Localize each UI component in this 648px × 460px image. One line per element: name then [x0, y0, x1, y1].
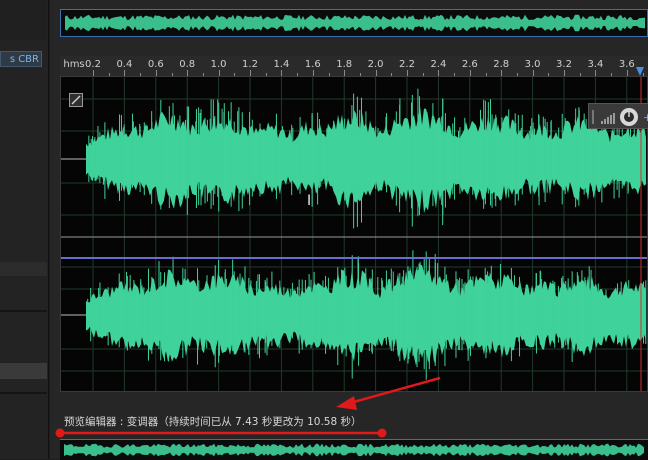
volume-hud[interactable]: +: [588, 103, 648, 129]
panel-divider: [0, 392, 47, 394]
volume-knob-icon[interactable]: [620, 108, 638, 126]
selection-toggle-icon[interactable]: [69, 93, 83, 107]
overview-waveform-top[interactable]: [60, 9, 648, 37]
ruler-tick-label: 1.0: [210, 59, 227, 70]
left-panel: s CBR: [0, 0, 49, 459]
overview-waveform-svg: [64, 443, 644, 457]
overview-waveform: [65, 14, 645, 32]
ruler-tick-label: 2.2: [399, 59, 415, 70]
panel-divider: [0, 310, 47, 312]
overview-waveform: [64, 443, 644, 457]
ruler-tick-label: 0.4: [116, 59, 133, 70]
ruler-tick-label: 3.4: [587, 59, 604, 70]
ruler-tick-label: 3.6: [618, 59, 635, 70]
format-chip[interactable]: s CBR: [0, 51, 42, 67]
text-cursor-icon: I: [307, 193, 311, 209]
ruler-tick-label: 2.0: [367, 59, 384, 70]
ruler-tick-label: 3.0: [524, 59, 541, 70]
ruler-tick-label: 1.4: [273, 59, 290, 70]
ruler-tick-label: 2.8: [493, 59, 510, 70]
ruler-tick-label: 2.6: [461, 59, 478, 70]
panel-header: [0, 0, 47, 40]
svg-text:+: +: [643, 111, 648, 124]
ruler-tick-label: 1.2: [242, 59, 258, 70]
playhead-marker-icon[interactable]: [636, 67, 644, 76]
ruler-tick-label: 1.8: [336, 59, 353, 70]
waveform-display[interactable]: I: [60, 76, 648, 392]
waveform-svg: I: [61, 77, 647, 391]
panel-list-row-selected[interactable]: [0, 363, 47, 379]
overview-waveform-bottom[interactable]: [60, 439, 648, 460]
status-message: 预览编辑器 : 变调器（持续时间已从 7.43 秒更改为 10.58 秒）: [64, 416, 362, 428]
ruler-tick-label: 1.6: [304, 59, 321, 70]
time-ruler[interactable]: hms 0.2 0.4 0.6 0.8 1.0 1.2 1.4 1.6 1.8 2.0 2.2 2.4…: [60, 56, 648, 76]
ruler-tick-label: 2.4: [430, 59, 447, 70]
ruler-unit-label: hms: [63, 59, 85, 70]
overview-waveform-svg: [65, 14, 645, 32]
ruler-tick-label: 0.8: [179, 59, 196, 70]
ruler-tick-label: 3.2: [556, 59, 572, 70]
panel-list-row[interactable]: [0, 262, 47, 276]
ruler-tick-label: 0.2: [85, 59, 101, 70]
ruler-tick-label: 0.6: [147, 59, 164, 70]
volume-bars-icon: [592, 110, 615, 124]
